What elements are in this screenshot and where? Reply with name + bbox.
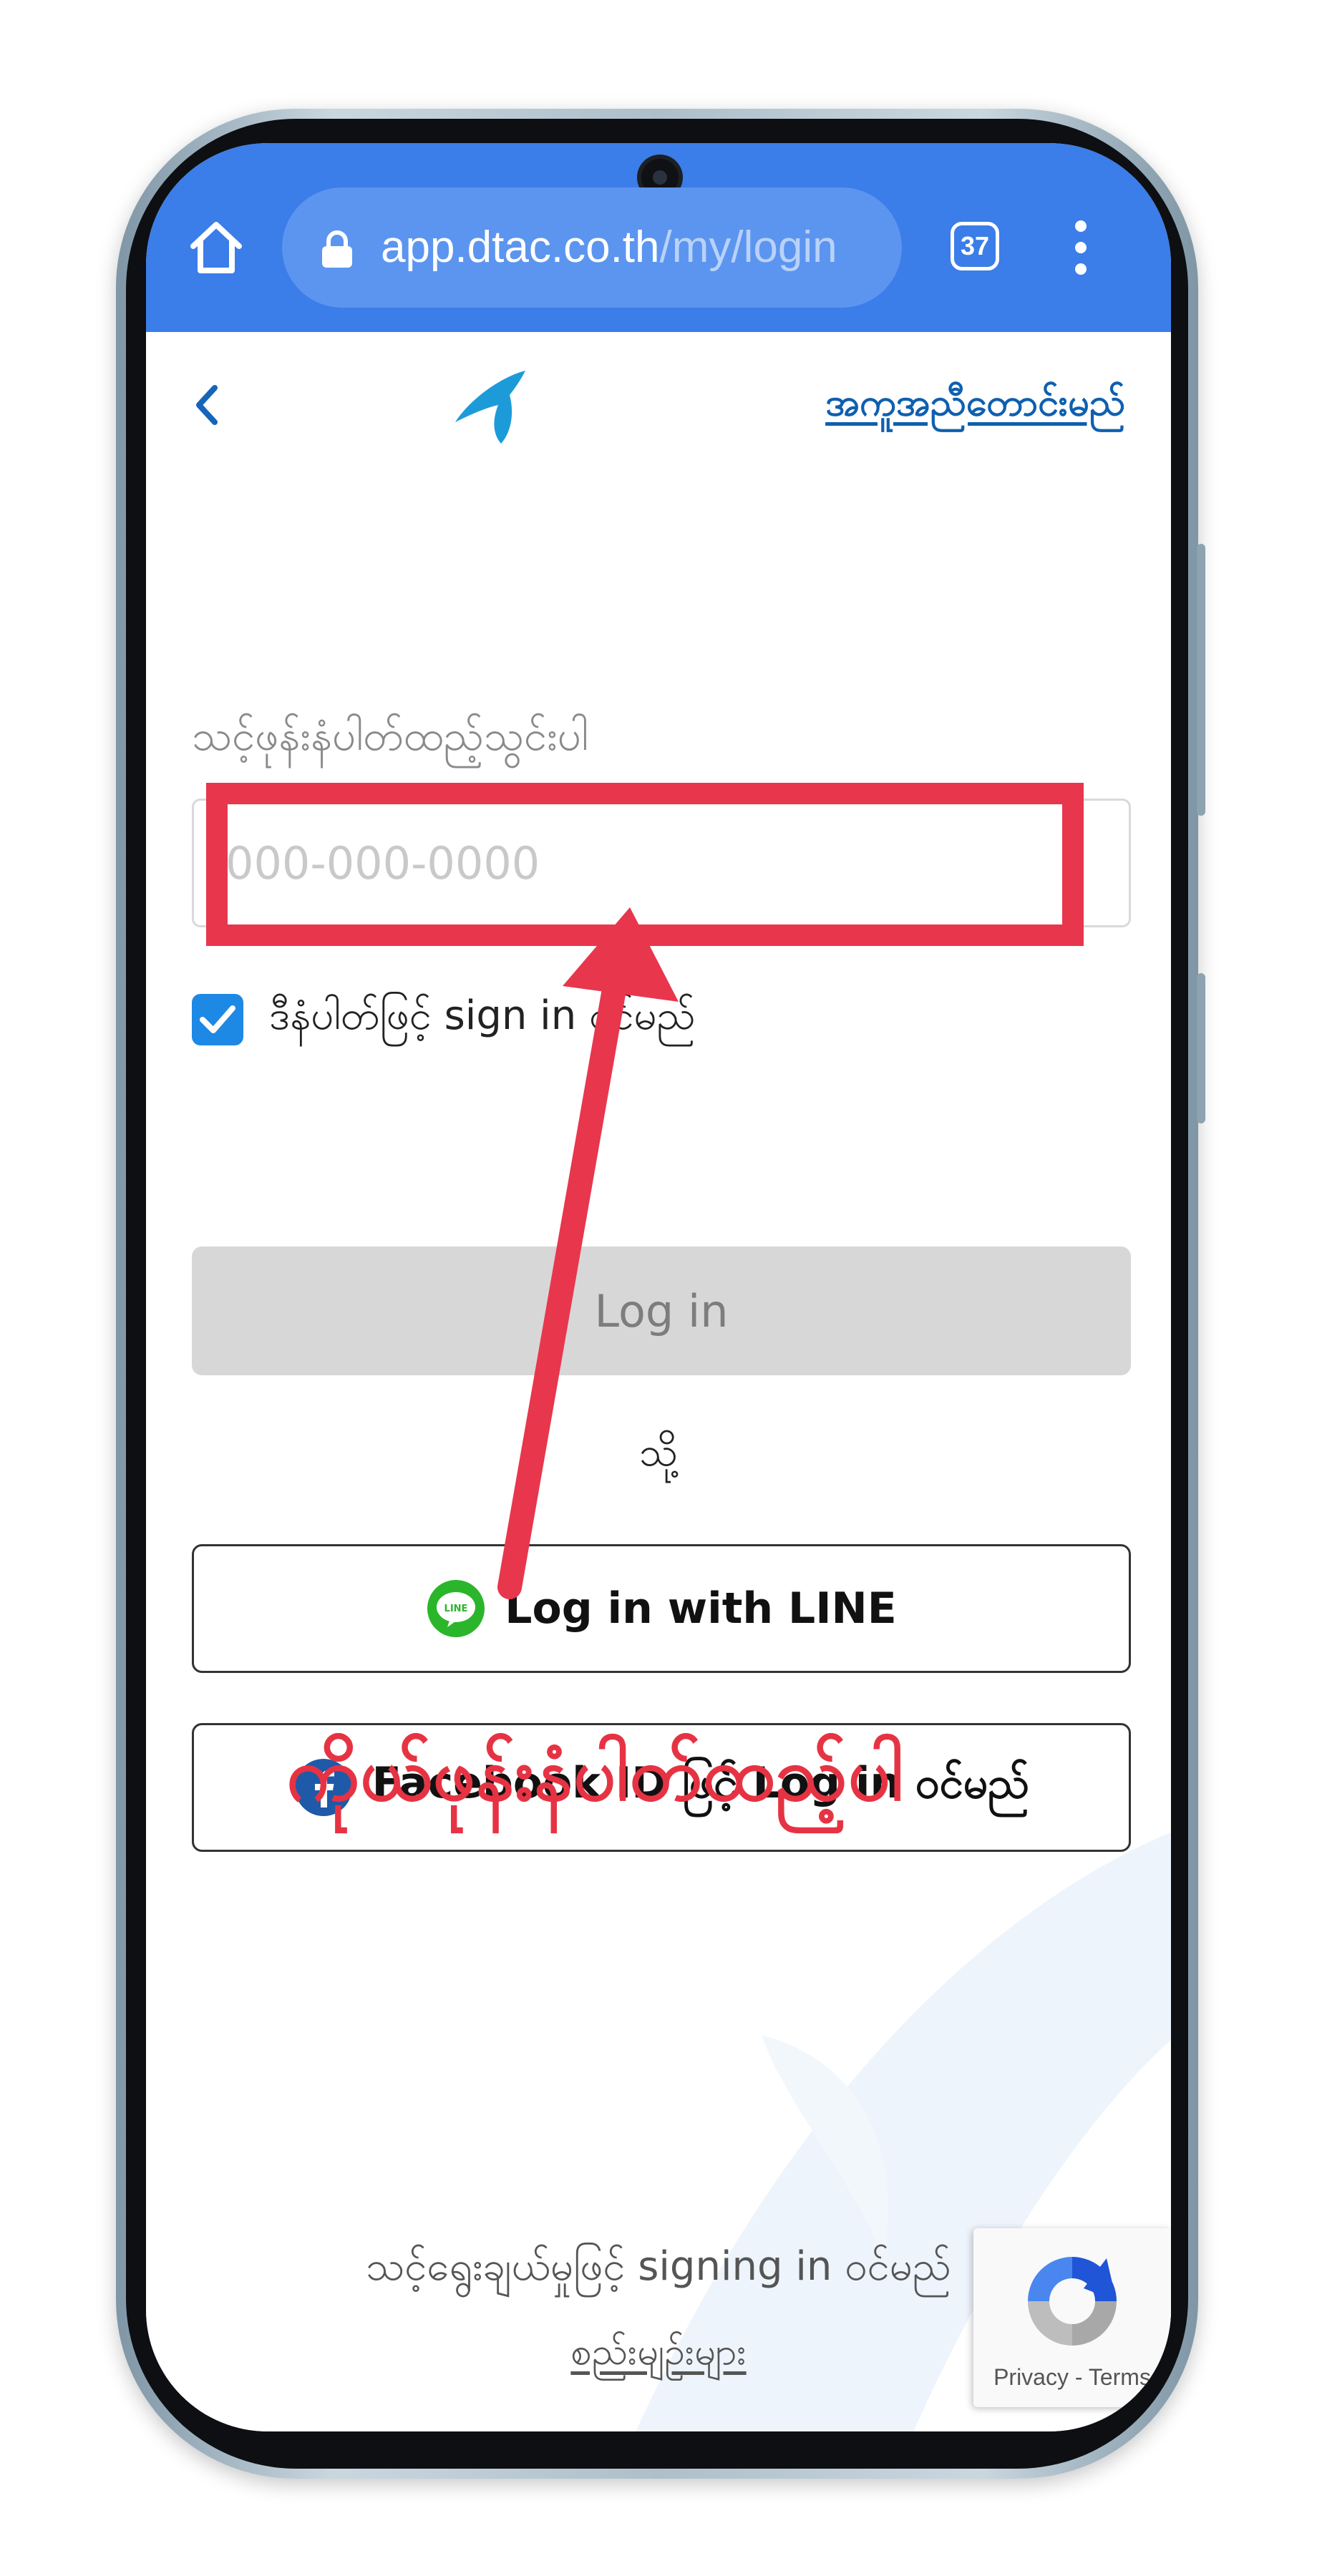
remember-checkbox[interactable] (192, 994, 243, 1045)
instruction-annotation: ကိုယ်ဖုန်းနံပါတ်ထည့်ပါ (286, 1730, 905, 1818)
phone-number-input[interactable] (192, 799, 1131, 927)
overflow-menu-icon[interactable] (1072, 220, 1089, 275)
remember-label: ဒီနံပါတ်ဖြင့် sign in ဝင်မည် (269, 992, 696, 1039)
browser-toolbar: app.dtac.co.th/my/login 37 (146, 143, 1171, 332)
url-path: /my/login (659, 223, 837, 272)
recaptcha-links[interactable]: Privacy - Terms (973, 2364, 1171, 2391)
line-login-button[interactable]: LINE Log in with LINE (192, 1544, 1131, 1673)
back-chevron-icon[interactable] (192, 384, 220, 426)
home-icon[interactable] (186, 218, 246, 278)
line-login-label: Log in with LINE (505, 1584, 897, 1634)
login-page: အကူအညီတောင်းမည် သင့်ဖုန်းနံပါတ်ထည့်သွင်း… (146, 332, 1171, 2431)
address-bar[interactable]: app.dtac.co.th/my/login (282, 187, 902, 308)
recaptcha-badge[interactable]: Privacy - Terms (973, 2228, 1171, 2407)
line-icon-text: LINE (444, 1604, 468, 1614)
or-separator: သို့ (638, 1429, 679, 1475)
volume-button (1197, 544, 1205, 816)
phone-screen: app.dtac.co.th/my/login 37 အကူအညီတောင်းမ… (146, 143, 1171, 2431)
url-host: app.dtac.co.th (381, 223, 660, 272)
login-button[interactable]: Log in (192, 1246, 1131, 1375)
checkmark-icon (200, 1005, 235, 1033)
line-icon: LINE (427, 1580, 485, 1637)
recaptcha-icon (1028, 2257, 1117, 2346)
remember-number-row[interactable]: ဒီနံပါတ်ဖြင့် sign in ဝင်မည် (192, 990, 696, 1049)
url-text: app.dtac.co.th/my/login (381, 187, 837, 308)
phone-number-label: သင့်ဖုန်းနံပါတ်ထည့်သွင်းပါ (192, 711, 588, 760)
dtac-logo (455, 371, 525, 444)
tab-switcher-button[interactable]: 37 (951, 222, 999, 270)
help-link[interactable]: အကူအညီတောင်းမည် (825, 379, 1125, 434)
power-button (1197, 973, 1205, 1123)
lock-icon (322, 230, 352, 268)
